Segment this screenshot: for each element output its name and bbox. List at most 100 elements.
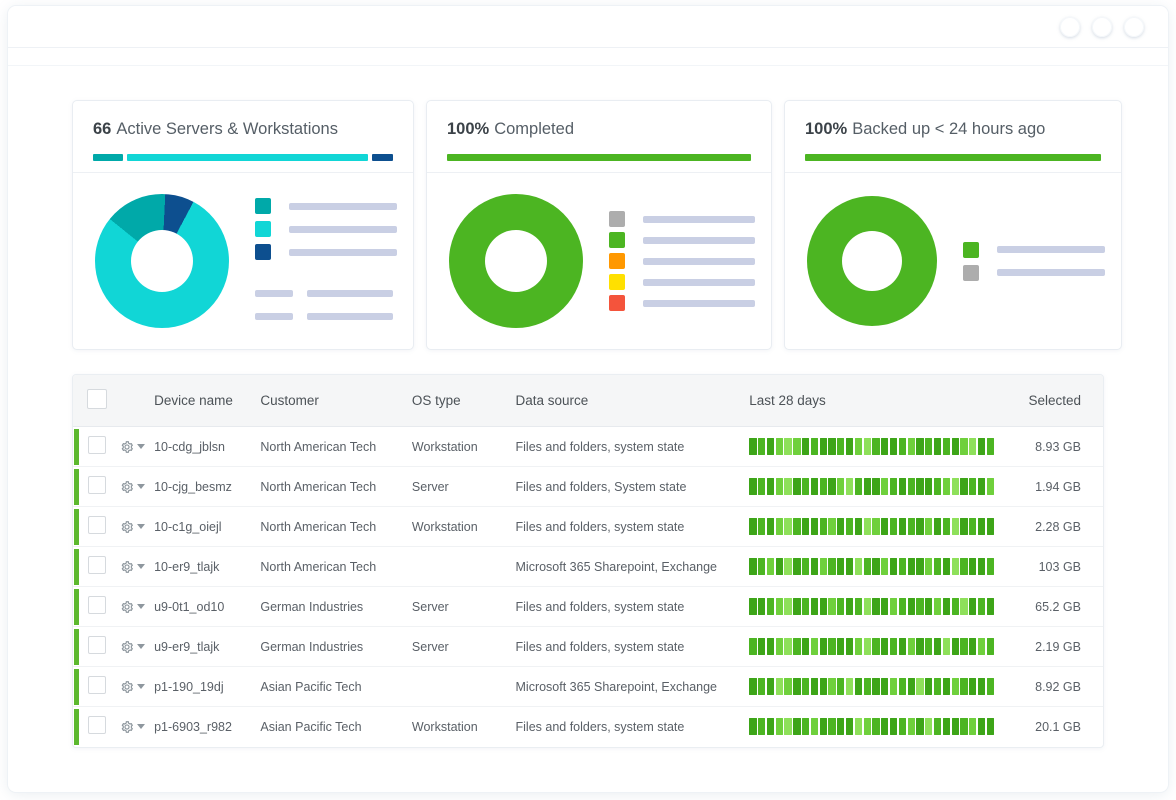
col-header-data-source[interactable]: Data source bbox=[516, 375, 750, 427]
select-all-checkbox[interactable] bbox=[87, 389, 107, 409]
table-row[interactable]: p1-6903_r982Asian Pacific TechWorkstatio… bbox=[73, 707, 1103, 747]
sparkline-segment bbox=[881, 638, 888, 655]
row-actions-menu[interactable] bbox=[120, 680, 154, 694]
table-header-row: Device name Customer OS type Data source… bbox=[73, 375, 1103, 427]
table-row[interactable]: 10-er9_tlajkNorth American TechMicrosoft… bbox=[73, 547, 1103, 587]
legend-label-placeholder bbox=[643, 300, 755, 307]
card-metric-label: Backed up < 24 hours ago bbox=[852, 120, 1045, 138]
row-checkbox[interactable] bbox=[88, 716, 106, 734]
sparkline-segment bbox=[934, 718, 941, 735]
sparkline-segment bbox=[784, 598, 791, 615]
sparkline-segment bbox=[828, 678, 835, 695]
chevron-down-icon bbox=[137, 604, 145, 609]
sparkline-segment bbox=[855, 518, 862, 535]
cell-os-type: Server bbox=[412, 467, 516, 507]
sparkline-segment bbox=[784, 718, 791, 735]
row-actions-cell bbox=[114, 547, 154, 587]
sparkline-segment bbox=[820, 558, 827, 575]
cell-selected-size: 20.1 GB bbox=[1014, 707, 1104, 747]
chevron-down-icon bbox=[137, 484, 145, 489]
row-actions-menu[interactable] bbox=[120, 520, 154, 534]
window-titlebar bbox=[8, 6, 1168, 48]
sparkline-segment bbox=[872, 518, 879, 535]
close-button[interactable] bbox=[1124, 17, 1144, 37]
table-row[interactable]: u9-er9_tlajkGerman IndustriesServerFiles… bbox=[73, 627, 1103, 667]
row-select-cell bbox=[79, 547, 114, 587]
row-checkbox[interactable] bbox=[88, 596, 106, 614]
row-checkbox[interactable] bbox=[88, 676, 106, 694]
chart-legend bbox=[583, 209, 755, 314]
sparkline-segment bbox=[855, 718, 862, 735]
kpi-card-backed-up: 100% Backed up < 24 hours ago bbox=[784, 100, 1122, 350]
row-actions-menu[interactable] bbox=[120, 600, 154, 614]
row-actions-menu[interactable] bbox=[120, 560, 154, 574]
sparkline-segment bbox=[987, 598, 994, 615]
maximize-button[interactable] bbox=[1092, 17, 1112, 37]
sparkline-segment bbox=[776, 678, 783, 695]
sparkline-segment bbox=[952, 678, 959, 695]
col-header-os-type[interactable]: OS type bbox=[412, 375, 516, 427]
sparkline-segment bbox=[943, 518, 950, 535]
sparkline-segment bbox=[749, 638, 756, 655]
cell-selected-size: 8.92 GB bbox=[1014, 667, 1104, 707]
progress-segment bbox=[372, 154, 393, 161]
row-checkbox[interactable] bbox=[88, 636, 106, 654]
cell-data-source: Files and folders, system state bbox=[516, 427, 750, 467]
row-checkbox[interactable] bbox=[88, 476, 106, 494]
sparkline-segment bbox=[802, 478, 809, 495]
row-actions-cell bbox=[114, 587, 154, 627]
row-actions-menu[interactable] bbox=[120, 440, 154, 454]
table-row[interactable]: 10-c1g_oiejlNorth American TechWorkstati… bbox=[73, 507, 1103, 547]
sparkline-segment bbox=[890, 718, 897, 735]
row-checkbox[interactable] bbox=[88, 516, 106, 534]
row-actions-cell bbox=[114, 427, 154, 467]
donut-chart-backed-up bbox=[807, 196, 937, 326]
row-actions-menu[interactable] bbox=[120, 640, 154, 654]
minimize-button[interactable] bbox=[1060, 17, 1080, 37]
cell-customer: German Industries bbox=[260, 627, 412, 667]
sparkline-segment bbox=[934, 438, 941, 455]
col-header-device-name[interactable]: Device name bbox=[154, 375, 260, 427]
table-row[interactable]: 10-cdg_jblsnNorth American TechWorkstati… bbox=[73, 427, 1103, 467]
row-checkbox[interactable] bbox=[88, 436, 106, 454]
sparkline-bar bbox=[749, 678, 994, 695]
row-select-cell bbox=[79, 587, 114, 627]
table-row[interactable]: p1-190_19djAsian Pacific TechMicrosoft 3… bbox=[73, 667, 1103, 707]
sparkline-segment bbox=[828, 718, 835, 735]
legend-swatch bbox=[255, 198, 271, 214]
row-actions-menu[interactable] bbox=[120, 480, 154, 494]
cell-data-source: Files and folders, system state bbox=[516, 587, 750, 627]
sparkline-segment bbox=[767, 518, 774, 535]
card-header: 100% Backed up < 24 hours ago bbox=[785, 101, 1121, 173]
sparkline-segment bbox=[960, 438, 967, 455]
legend-swatch bbox=[609, 274, 625, 290]
sparkline-segment bbox=[943, 638, 950, 655]
row-checkbox[interactable] bbox=[88, 556, 106, 574]
sparkline-segment bbox=[767, 598, 774, 615]
sparkline-bar bbox=[749, 718, 994, 735]
row-actions-menu[interactable] bbox=[120, 720, 154, 734]
table-row[interactable]: u9-0t1_od10German IndustriesServerFiles … bbox=[73, 587, 1103, 627]
sparkline-segment bbox=[793, 558, 800, 575]
cell-customer: North American Tech bbox=[260, 507, 412, 547]
sparkline-segment bbox=[890, 478, 897, 495]
sparkline-segment bbox=[811, 558, 818, 575]
sparkline-segment bbox=[899, 598, 906, 615]
sparkline-segment bbox=[855, 558, 862, 575]
col-header-customer[interactable]: Customer bbox=[260, 375, 412, 427]
sparkline-segment bbox=[969, 438, 976, 455]
sparkline-segment bbox=[934, 598, 941, 615]
legend-label-placeholder bbox=[289, 226, 397, 233]
table-row[interactable]: 10-cjg_besmzNorth American TechServerFil… bbox=[73, 467, 1103, 507]
col-header-last-28-days[interactable]: Last 28 days bbox=[749, 375, 1013, 427]
col-header-selected[interactable]: Selected bbox=[1014, 375, 1104, 427]
cell-selected-size: 65.2 GB bbox=[1014, 587, 1104, 627]
sparkline-segment bbox=[855, 438, 862, 455]
sparkline-bar bbox=[749, 478, 994, 495]
card-metric-value: 100% bbox=[805, 120, 847, 138]
legend-swatch bbox=[609, 232, 625, 248]
card-progress-bar bbox=[447, 154, 751, 161]
cell-customer: German Industries bbox=[260, 587, 412, 627]
sparkline-segment bbox=[908, 518, 915, 535]
sparkline-segment bbox=[978, 718, 985, 735]
